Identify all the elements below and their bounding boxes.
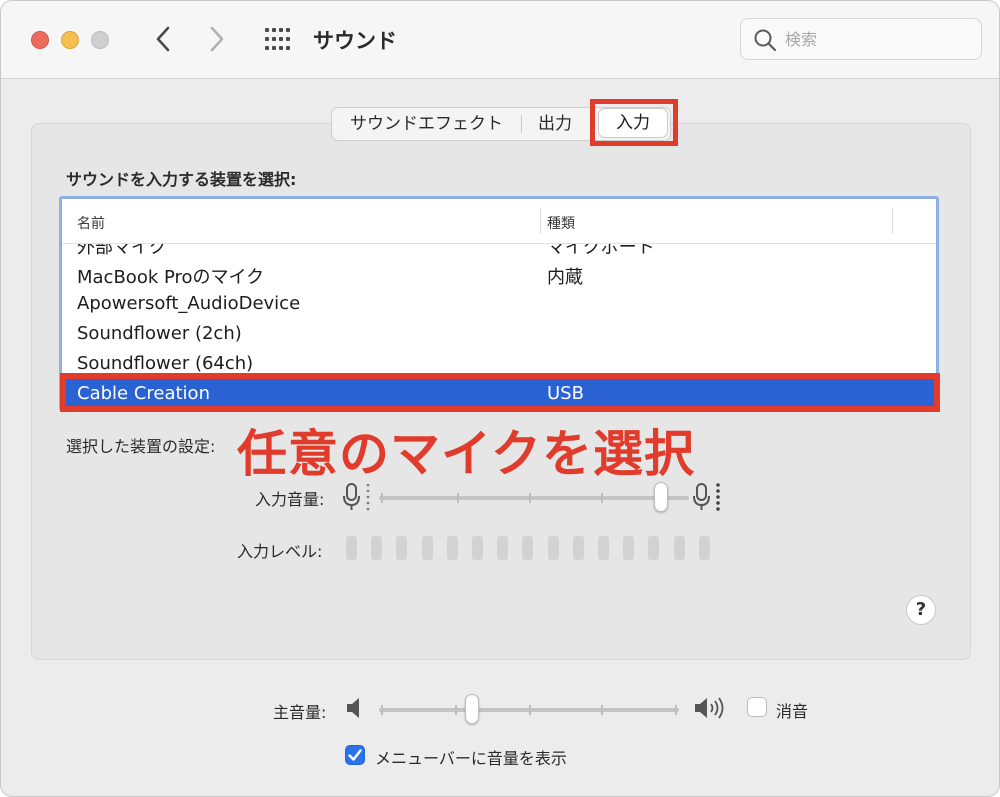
mic-high-icon bbox=[693, 483, 720, 511]
forward-button[interactable] bbox=[201, 23, 231, 55]
chevron-left-icon bbox=[156, 26, 170, 52]
column-divider bbox=[540, 208, 541, 234]
level-segment bbox=[346, 536, 357, 560]
speaker-high-icon bbox=[695, 697, 724, 719]
table-row[interactable]: Apowersoft_AudioDevice bbox=[62, 289, 936, 319]
show-all-button[interactable] bbox=[263, 27, 293, 51]
slider-tick bbox=[601, 705, 603, 715]
input-level-label: 入力レベル: bbox=[237, 542, 323, 561]
table-row[interactable]: Soundflower (2ch) bbox=[62, 319, 936, 349]
title-bar: サウンド bbox=[1, 1, 999, 79]
main-volume-label: 主音量: bbox=[273, 703, 327, 722]
preferences-window: サウンド サウンドエフェクト 出力 入力 サウンドを入力する装置を選択: 名前 … bbox=[0, 0, 1000, 797]
column-header-type[interactable]: 種類 bbox=[547, 213, 575, 233]
search-icon bbox=[754, 29, 777, 52]
device-name: MacBook Proのマイク bbox=[77, 267, 265, 288]
slider-tick bbox=[455, 705, 457, 715]
slider-tick bbox=[381, 493, 383, 503]
slider-tick bbox=[529, 493, 531, 503]
column-header-name[interactable]: 名前 bbox=[77, 213, 105, 233]
level-segment bbox=[623, 536, 635, 560]
level-segment bbox=[497, 536, 509, 560]
input-volume-label: 入力音量: bbox=[255, 490, 325, 509]
device-select-label: サウンドを入力する装置を選択: bbox=[66, 170, 297, 189]
annotation-text: 任意のマイクを選択 bbox=[237, 425, 695, 483]
table-row[interactable]: MacBook Proのマイク 内蔵 bbox=[62, 259, 936, 289]
level-segment bbox=[446, 536, 458, 560]
highlight-box-row bbox=[60, 373, 940, 412]
mute-checkbox[interactable] bbox=[747, 697, 767, 717]
level-segment bbox=[547, 536, 559, 560]
slider-track bbox=[379, 496, 689, 500]
chevron-right-icon bbox=[210, 26, 224, 52]
checkmark-icon bbox=[348, 749, 362, 761]
slider-knob[interactable] bbox=[465, 694, 479, 724]
device-name: Apowersoft_AudioDevice bbox=[77, 293, 301, 314]
window-title: サウンド bbox=[313, 29, 397, 53]
device-type: 内蔵 bbox=[547, 267, 583, 288]
slider-tick bbox=[381, 705, 383, 715]
tab-sound-effects[interactable]: サウンドエフェクト bbox=[332, 109, 521, 139]
close-button[interactable] bbox=[31, 31, 49, 49]
back-button[interactable] bbox=[149, 23, 179, 55]
slider-tick bbox=[675, 705, 677, 715]
device-name: Soundflower (64ch) bbox=[77, 353, 254, 374]
grid-icon bbox=[265, 28, 290, 50]
search-input[interactable] bbox=[785, 27, 965, 51]
tab-output[interactable]: 出力 bbox=[522, 109, 584, 139]
column-divider bbox=[892, 208, 893, 234]
main-volume-slider[interactable] bbox=[379, 693, 679, 727]
mic-low-icon bbox=[343, 483, 370, 511]
level-segment bbox=[522, 536, 534, 560]
level-segment bbox=[648, 536, 660, 560]
slider-tick bbox=[601, 493, 603, 503]
level-segment bbox=[472, 536, 483, 560]
slider-knob[interactable] bbox=[654, 482, 668, 512]
slider-tick bbox=[529, 705, 531, 715]
help-button[interactable]: ? bbox=[906, 595, 936, 625]
device-name: Soundflower (2ch) bbox=[77, 323, 242, 344]
level-segment bbox=[598, 536, 609, 560]
minimize-button[interactable] bbox=[61, 31, 79, 49]
input-volume-slider[interactable] bbox=[379, 481, 689, 515]
level-segment bbox=[371, 536, 383, 560]
device-settings-label: 選択した装置の設定: bbox=[66, 437, 216, 456]
highlight-box-tab bbox=[590, 99, 678, 146]
search-field[interactable] bbox=[740, 18, 982, 60]
speaker-low-icon bbox=[347, 698, 359, 718]
level-segment bbox=[572, 536, 584, 560]
show-in-menubar-label: メニューバーに音量を表示 bbox=[375, 749, 567, 768]
zoom-button[interactable] bbox=[91, 31, 109, 49]
mute-label: 消音 bbox=[776, 702, 809, 721]
level-segment bbox=[673, 536, 685, 560]
level-segment bbox=[396, 536, 408, 560]
level-segment bbox=[698, 536, 710, 560]
table-header: 名前 種類 bbox=[62, 199, 936, 244]
slider-tick bbox=[457, 493, 459, 503]
level-segment bbox=[421, 536, 433, 560]
show-in-menubar-checkbox[interactable] bbox=[345, 745, 365, 765]
